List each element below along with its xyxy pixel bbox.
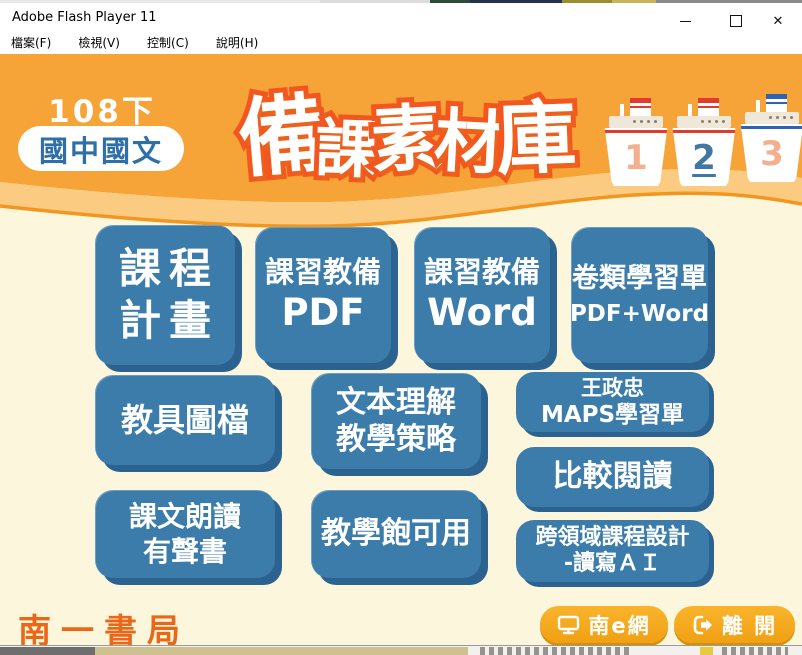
ship-deck	[745, 112, 799, 124]
ship-volume-3[interactable]: 3	[740, 94, 802, 186]
ship-funnel	[630, 98, 651, 116]
button-label-line: -讀寫ＡＩ	[564, 551, 661, 577]
button-label-line: 比較閱讀	[553, 458, 673, 496]
monitor-icon	[557, 615, 580, 635]
publisher-logo: 南一書局	[18, 604, 190, 645]
button-text-comprehension-strategies[interactable]: 文本理解 教學策略	[311, 373, 481, 469]
titlebar[interactable]: Adobe Flash Player 11 ✕	[0, 3, 802, 32]
button-worksheets-pdf-word[interactable]: 卷類學習單 PDF+Word	[571, 227, 708, 363]
nan-e-net-button[interactable]: 南e網	[540, 606, 668, 643]
button-course-plan[interactable]: 課程 計畫	[95, 225, 235, 365]
nan-e-net-label: 南e網	[588, 610, 650, 640]
button-label-line: 教具圖檔	[121, 400, 249, 440]
button-label-line: PDF	[281, 290, 364, 336]
button-label-line: 文本理解	[336, 384, 456, 422]
exit-label: 離 開	[722, 610, 777, 640]
ship-hull: 3	[740, 124, 802, 182]
button-comparative-reading[interactable]: 比較閱讀	[516, 447, 709, 507]
button-text-audio-books[interactable]: 課文朗讀 有聲書	[95, 490, 275, 578]
button-lesson-materials-pdf[interactable]: 課習教備 PDF	[255, 227, 391, 363]
button-label-line: 課程	[119, 243, 219, 296]
ship-number: 3	[760, 137, 784, 171]
ship-volume-1[interactable]: 1	[604, 98, 668, 190]
close-icon: ✕	[773, 15, 784, 28]
ship-deck	[609, 116, 663, 128]
button-label-line: 王政忠	[581, 375, 644, 401]
ship-hull: 1	[604, 128, 668, 186]
button-label-line: 課習教備	[424, 254, 540, 290]
ship-deck	[677, 116, 731, 128]
ship-funnel	[766, 94, 787, 112]
button-label-line: 跨領域課程設計	[535, 525, 689, 551]
close-button[interactable]: ✕	[761, 9, 795, 33]
button-label-line: 有聲書	[143, 534, 227, 569]
semester-label: 108下	[20, 86, 184, 131]
minimize-icon	[680, 21, 691, 22]
button-label-line: PDF+Word	[570, 300, 709, 329]
button-label-line: 課文朗讀	[129, 499, 241, 534]
menubar: 檔案(F) 檢視(V) 控制(C) 說明(H)	[0, 32, 802, 54]
menu-help[interactable]: 說明(H)	[205, 32, 269, 54]
button-label-line: MAPS學習單	[541, 401, 684, 430]
minimize-button[interactable]	[668, 9, 702, 33]
button-label-line: 卷類學習單	[572, 262, 707, 296]
page-title: 備 課 素 材 庫	[212, 60, 602, 200]
flash-content: 108下 國中國文 備 課 素 材 庫 1 2	[0, 54, 802, 645]
button-label-line: 教學飽可用	[321, 515, 471, 553]
ship-volume-2[interactable]: 2	[672, 98, 736, 190]
button-label-line: 計畫	[119, 295, 219, 348]
exit-button[interactable]: 離 開	[674, 606, 795, 643]
window-title: Adobe Flash Player 11	[12, 10, 157, 25]
button-maps-worksheets[interactable]: 王政忠 MAPS學習單	[516, 372, 709, 432]
title-char: 庫	[494, 73, 578, 192]
menu-file[interactable]: 檔案(F)	[0, 32, 62, 54]
button-label-line: 教學策略	[336, 421, 456, 459]
button-teaching-aid-images[interactable]: 教具圖檔	[95, 375, 275, 465]
exit-arrow-icon	[692, 615, 714, 635]
button-label-line: 課習教備	[265, 254, 381, 290]
button-lesson-materials-word[interactable]: 課習教備 Word	[414, 227, 550, 363]
menu-view[interactable]: 檢視(V)	[67, 32, 131, 54]
background-window-sliver-bottom	[0, 645, 802, 655]
ship-number: 1	[624, 141, 648, 175]
maximize-icon	[730, 15, 742, 27]
flash-player-window: Adobe Flash Player 11 ✕ 檔案(F) 檢視(V) 控制(C…	[0, 0, 802, 655]
ship-hull: 2	[672, 128, 736, 186]
subject-badge: 國中國文	[18, 126, 184, 171]
menu-control[interactable]: 控制(C)	[136, 32, 200, 54]
ship-number: 2	[692, 141, 716, 175]
ship-funnel	[698, 98, 719, 116]
button-teaching-bao-usable[interactable]: 教學飽可用	[311, 490, 481, 578]
maximize-button[interactable]	[719, 9, 753, 33]
button-label-line: Word	[427, 290, 537, 336]
button-cross-domain-reading-writing-ai[interactable]: 跨領域課程設計 -讀寫ＡＩ	[516, 520, 709, 582]
